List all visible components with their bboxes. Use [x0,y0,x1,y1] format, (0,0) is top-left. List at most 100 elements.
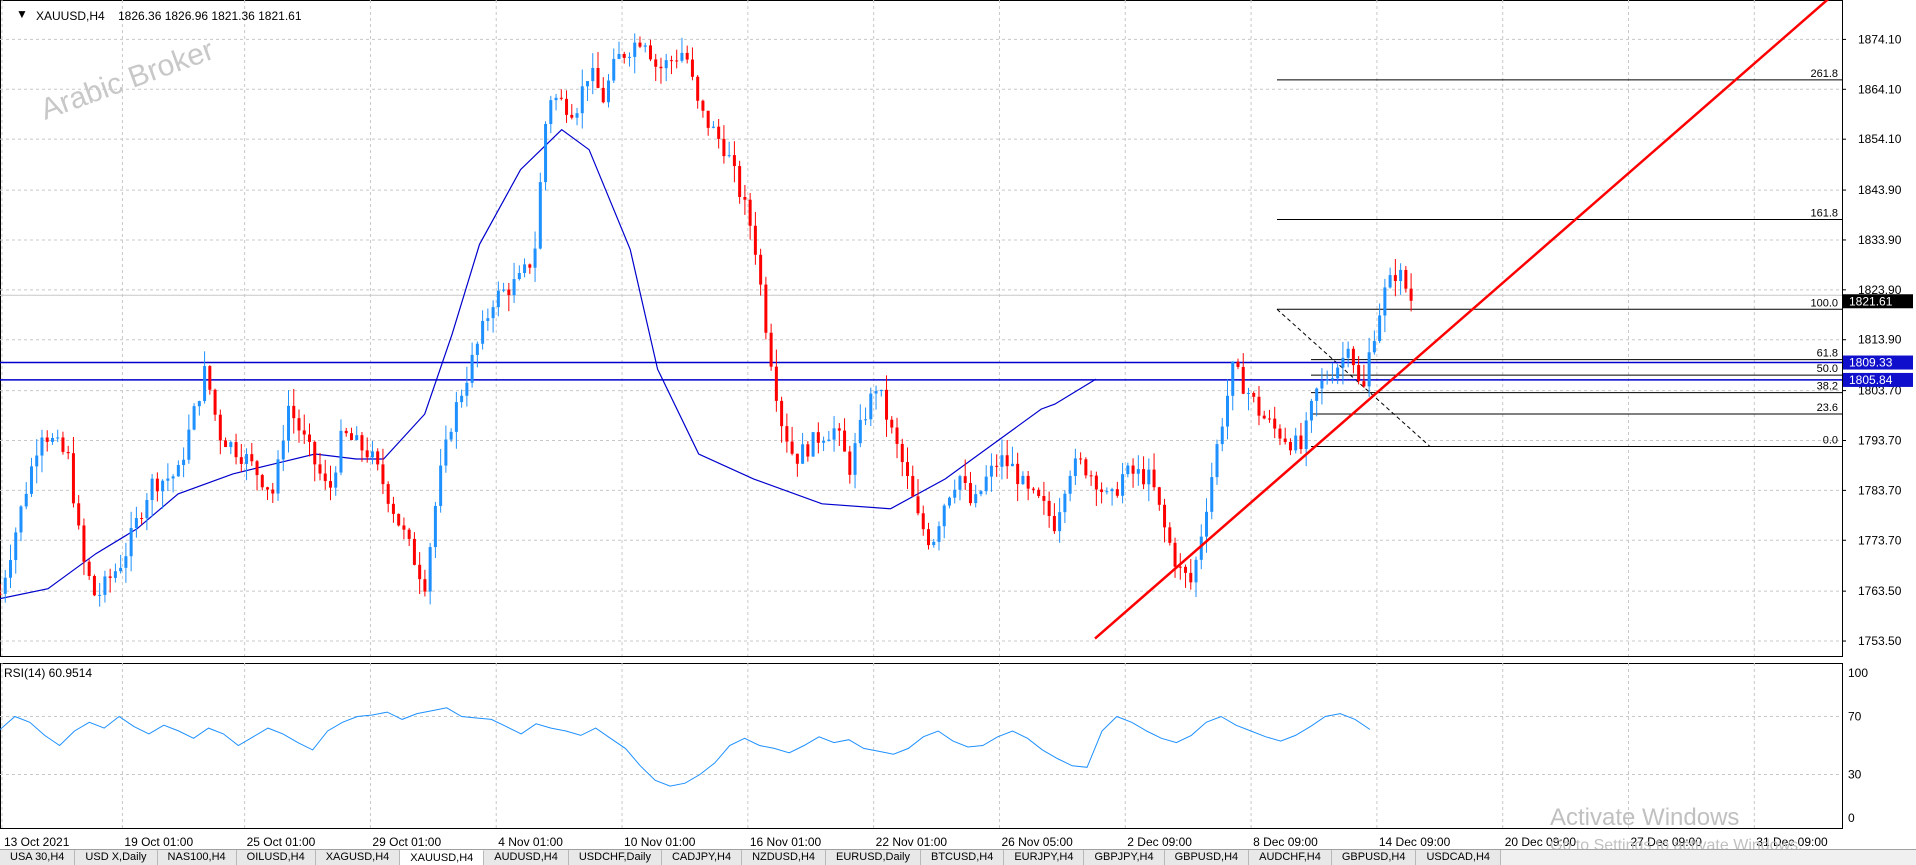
chart-tab[interactable]: BTCUSD,H4 [921,850,1005,865]
candle-body [71,453,75,504]
candle-body [187,429,191,460]
candle-body [748,199,752,226]
candle-body [1121,474,1125,496]
candle-body [669,60,673,62]
candle-body [984,476,988,492]
candle-body [1173,542,1177,567]
price-axis: 1874.101864.101854.101843.901833.901823.… [1842,32,1913,648]
chart-tab[interactable]: USA 30,H4 [0,850,76,865]
candle-body [24,493,28,507]
candle-body [827,439,831,442]
candle-body [155,478,159,492]
candle-body [1367,352,1371,387]
chart-tab[interactable]: NAS100,H4 [157,850,237,865]
candle-body [1325,379,1329,381]
candle-body [496,290,500,308]
candle-body [1241,366,1245,394]
chart-tab[interactable]: AUDUSD,H4 [484,850,569,865]
chart-tab[interactable]: GBPJPY,H4 [1084,850,1165,865]
candle-body [150,478,154,501]
candle-body [1330,378,1334,380]
y-tick-label: 1813.90 [1858,333,1902,347]
candle-body [916,496,920,514]
rsi-tick-label: 100 [1848,666,1868,680]
candle-body [224,440,228,448]
candle-body [1205,511,1209,537]
candle-body [129,527,133,557]
chart-tab[interactable]: AUDCHF,H4 [1249,850,1332,865]
candle-body [1288,441,1292,451]
candle-body [1315,388,1319,401]
candle-body [848,451,852,475]
candle-body [486,318,490,321]
candle-body [743,196,747,200]
candle-body [302,430,306,435]
candle-body [124,556,128,568]
candle-body [323,473,327,482]
candle-body [1283,438,1287,442]
chart-tab[interactable]: XAGUSD,H4 [315,850,401,865]
candle-body [381,464,385,485]
candle-body [565,98,569,115]
candle-body [549,100,553,125]
candle-body [958,476,962,490]
candle-body [601,87,605,103]
candle-body [287,405,291,441]
candle-body [423,579,427,592]
chart-tab[interactable]: USD X,Daily [75,850,158,865]
candle-body [780,400,784,427]
candle-body [1220,426,1224,445]
candle-body [402,525,406,530]
chart-window[interactable]: 261.8 161.8 100.0 61.8 50.0 38.2 23.6 0.0 1874.… [0,0,1916,865]
symbol-title: XAUUSD,H4 [36,9,105,23]
candle-body [900,443,904,463]
chart-tab[interactable]: CADJPY,H4 [661,850,743,865]
chart-tab[interactable]: EURJPY,H4 [1004,850,1085,865]
candle-body [622,53,626,58]
x-tick-label: 8 Dec 09:00 [1253,835,1318,849]
y-tick-label: 1793.70 [1858,433,1902,447]
chart-tab[interactable]: NZDUSD,H4 [742,850,827,865]
price-chart[interactable]: 261.8 161.8 100.0 61.8 50.0 38.2 23.6 0.0 1874.… [0,0,1916,854]
chart-tab[interactable]: GBPUSD,H4 [1331,850,1417,865]
candle-body [260,475,264,488]
chart-tab[interactable]: GBPUSD,H4 [1164,850,1250,865]
candle-body [1336,367,1340,379]
fib-level-label: 50.0 [1817,363,1838,375]
chart-tab[interactable]: XAUUSD,H4 [400,850,485,865]
candle-body [1152,469,1156,488]
candle-body [35,455,39,467]
y-tick-label: 1854.10 [1858,132,1902,146]
candle-body [313,441,317,465]
candle-body [953,489,957,498]
candle-body [1163,504,1167,528]
candle-body [334,472,338,488]
candle-body [643,45,647,47]
candle-body [87,561,91,576]
y-tick-label: 1763.50 [1858,584,1902,598]
candle-body [801,444,805,464]
candle-body [1147,469,1151,485]
symbol-header-arrow[interactable]: ▼ [16,7,28,21]
candle-body [50,437,54,442]
chart-tab[interactable]: USDCAD,H4 [1416,850,1502,865]
candle-body [328,481,332,488]
candle-body [706,110,710,128]
x-tick-label: 16 Nov 01:00 [750,835,822,849]
chart-tab[interactable]: EURUSD,Daily [826,850,921,865]
candle-body [832,428,836,440]
candle-body [1372,341,1376,353]
candle-body [1404,269,1408,289]
trendline[interactable] [1094,0,1830,640]
candle-body [617,53,621,59]
candle-body [433,505,437,548]
chart-tab[interactable]: OILUSD,H4 [236,850,316,865]
candle-body [1089,475,1093,477]
candle-body [481,320,485,344]
candle-body [853,443,857,475]
chart-tab[interactable]: USDCHF,Daily [568,850,662,865]
candle-body [507,289,511,296]
candle-body [192,406,196,430]
candle-body [1058,512,1062,532]
candle-body [696,76,700,101]
